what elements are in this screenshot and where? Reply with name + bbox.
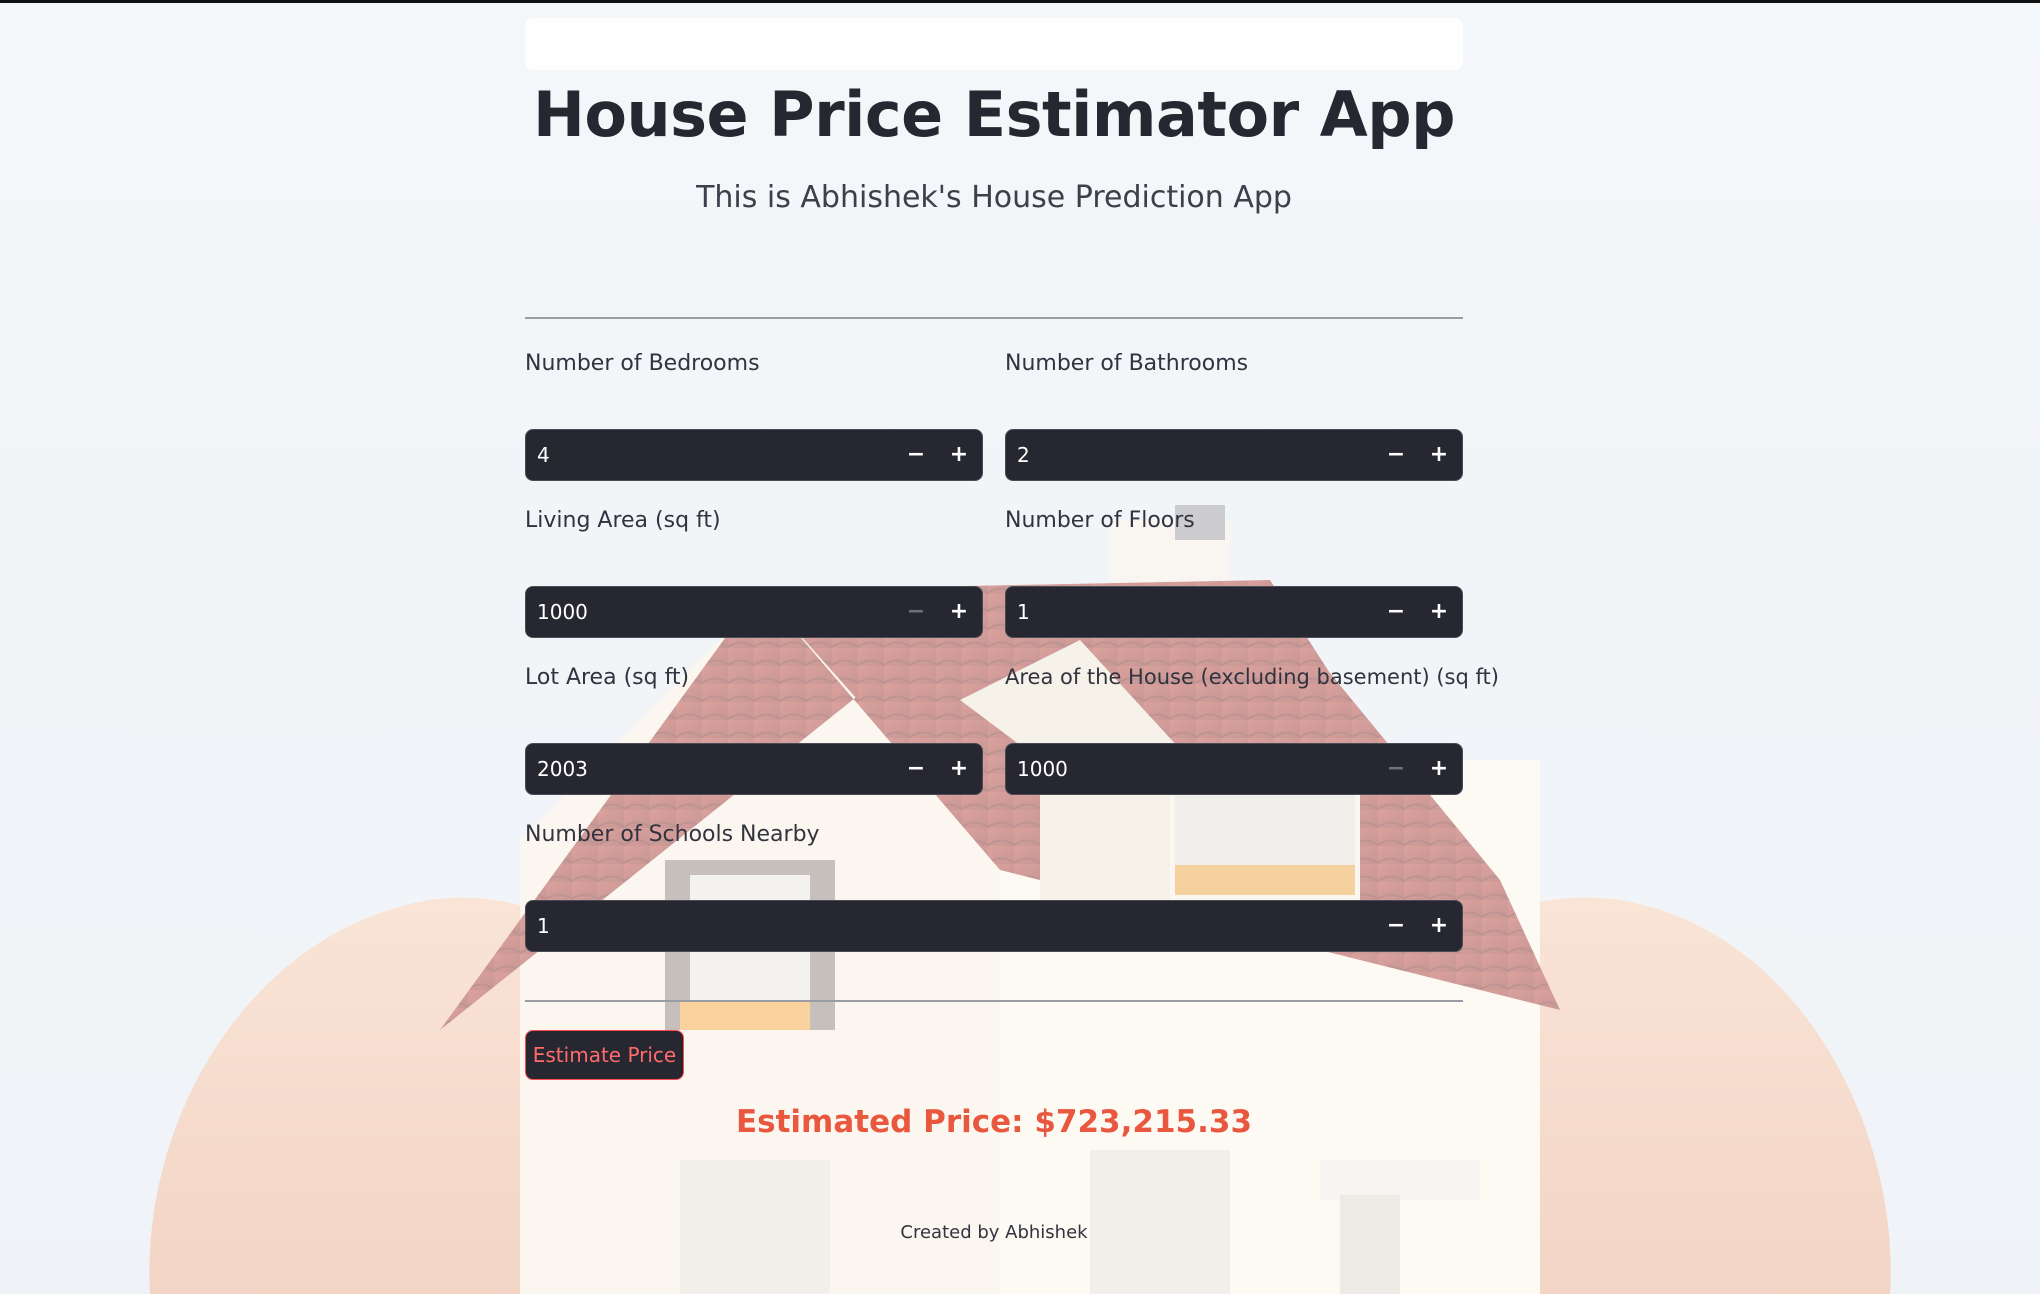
lot-area-input[interactable]: 2003 − + [525,743,983,795]
floors-input[interactable]: 1 − + [1005,586,1463,638]
bathrooms-decrement-button[interactable]: − [1376,430,1416,480]
schools-increment-button[interactable]: + [1419,901,1459,951]
bottom-divider [525,1000,1463,1002]
house-area-input[interactable]: 1000 − + [1005,743,1463,795]
living-area-label: Living Area (sq ft) [525,508,721,533]
top-border [0,0,2040,3]
bathrooms-input[interactable]: 2 − + [1005,429,1463,481]
estimated-price-result: Estimated Price: $723,215.33 [735,1104,1253,1140]
schools-input[interactable]: 1 − + [525,900,1463,952]
plus-icon: + [949,442,969,467]
plus-icon: + [949,756,969,781]
bedrooms-increment-button[interactable]: + [939,430,979,480]
page-subtitle: This is Abhishek's House Prediction App [696,180,1292,215]
plus-icon: + [1429,442,1449,467]
plus-icon: + [1429,599,1449,624]
floors-value[interactable]: 1 [1017,587,1030,637]
floors-decrement-button[interactable]: − [1376,587,1416,637]
minus-icon: − [906,599,926,624]
top-divider [525,317,1463,319]
house-area-label: Area of the House (excluding basement) (… [1005,665,1499,689]
minus-icon: − [1386,442,1406,467]
minus-icon: − [1386,913,1406,938]
living-area-value[interactable]: 1000 [537,587,588,637]
schools-decrement-button[interactable]: − [1376,901,1416,951]
plus-icon: + [1429,913,1449,938]
lot-area-value[interactable]: 2003 [537,744,588,794]
minus-icon: − [906,756,926,781]
living-area-decrement-button[interactable]: − [896,587,936,637]
house-area-value[interactable]: 1000 [1017,744,1068,794]
bathrooms-label: Number of Bathrooms [1005,351,1249,376]
top-header-bar [525,18,1463,70]
schools-label: Number of Schools Nearby [525,822,820,847]
bathrooms-increment-button[interactable]: + [1419,430,1459,480]
lot-area-label: Lot Area (sq ft) [525,665,690,690]
bedrooms-input[interactable]: 4 − + [525,429,983,481]
floors-increment-button[interactable]: + [1419,587,1459,637]
estimate-price-button[interactable]: Estimate Price [525,1030,684,1080]
minus-icon: − [1386,756,1406,781]
floors-label: Number of Floors [1005,508,1195,533]
bedrooms-decrement-button[interactable]: − [896,430,936,480]
footer-credit: Created by Abhishek [900,1222,1088,1243]
house-area-decrement-button[interactable]: − [1376,744,1416,794]
bedrooms-label: Number of Bedrooms [525,351,760,376]
lot-area-increment-button[interactable]: + [939,744,979,794]
plus-icon: + [1429,756,1449,781]
living-area-increment-button[interactable]: + [939,587,979,637]
schools-value[interactable]: 1 [537,901,550,951]
minus-icon: − [906,442,926,467]
house-area-increment-button[interactable]: + [1419,744,1459,794]
lot-area-decrement-button[interactable]: − [896,744,936,794]
plus-icon: + [949,599,969,624]
living-area-input[interactable]: 1000 − + [525,586,983,638]
bedrooms-value[interactable]: 4 [537,430,550,480]
minus-icon: − [1386,599,1406,624]
bathrooms-value[interactable]: 2 [1017,430,1030,480]
page-title: House Price Estimator App [532,78,1456,151]
